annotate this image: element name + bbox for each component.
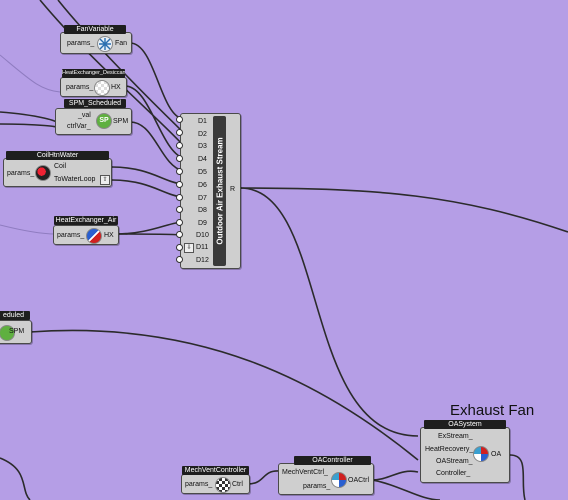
d1-input[interactable]: D1 <box>198 117 207 126</box>
input-dot[interactable] <box>176 155 183 162</box>
input-dot[interactable] <box>176 142 183 149</box>
heat-exchanger-icon <box>86 228 102 244</box>
d7-input[interactable]: D7 <box>198 194 207 203</box>
input-dot[interactable] <box>176 194 183 201</box>
oactrl-output[interactable]: OACtrl <box>348 476 369 485</box>
checker-icon <box>94 80 110 96</box>
node-title: FanVariable <box>64 25 126 34</box>
params-input[interactable]: params_ <box>67 39 94 48</box>
d12-input[interactable]: D12 <box>196 256 209 265</box>
node-title: MechVentController <box>182 466 249 475</box>
params-input[interactable]: params_ <box>66 83 93 92</box>
oa-output[interactable]: OA <box>491 450 501 459</box>
mechventcontroller-node[interactable]: MechVentController params_ Ctrl <box>181 466 250 494</box>
heatexchanger-desiccant-node[interactable]: HeatExchanger_Desiccant params_ HX <box>60 69 127 97</box>
controller-icon <box>215 477 231 493</box>
d9-input[interactable]: D9 <box>198 219 207 228</box>
params-input[interactable]: params_ <box>57 231 84 240</box>
heatexchanger-air-node[interactable]: HeatExchanger_Air params_ HX <box>53 216 119 245</box>
setpoint-icon: SP <box>96 113 112 129</box>
mechventctrl-input[interactable]: MechVentCtrl_ <box>282 468 328 477</box>
input-dot[interactable] <box>176 116 183 123</box>
input-dot[interactable] <box>176 129 183 136</box>
heatrecovery-input[interactable]: HeatRecovery_ <box>425 445 473 454</box>
oacontroller-node[interactable]: OAController MechVentCtrl_ params_ OACtr… <box>278 456 374 495</box>
graft-icon[interactable]: ⇩ <box>184 243 194 253</box>
input-dot[interactable] <box>176 256 183 263</box>
oastream-input[interactable]: OAStream_ <box>436 457 473 466</box>
input-dot[interactable] <box>176 181 183 188</box>
coil-icon <box>35 165 51 181</box>
hx-output[interactable]: HX <box>111 83 121 92</box>
params-input[interactable]: params_ <box>185 480 212 489</box>
component-name-bar: Outdoor Air Exhaust Stream <box>213 116 226 266</box>
oa-controller-icon <box>331 472 347 488</box>
node-title: HeatExchanger_Desiccant <box>62 69 125 78</box>
node-title: SPM_Scheduled <box>64 99 126 108</box>
input-dot[interactable] <box>176 206 183 213</box>
spm-scheduled-node[interactable]: SPM_Scheduled _val ctrlVar_ SP SPM <box>55 99 132 135</box>
params-input[interactable]: params_ <box>7 169 34 178</box>
coilhtnwater-node[interactable]: CoilHtnWater params_ Coil ToWaterLoop ⇧ <box>3 151 112 187</box>
d6-input[interactable]: D6 <box>198 181 207 190</box>
spm-output[interactable]: SPM <box>9 327 24 336</box>
input-dot[interactable] <box>176 219 183 226</box>
component-name: Outdoor Air Exhaust Stream <box>215 137 224 245</box>
params-input[interactable]: params_ <box>303 482 330 491</box>
spm-partial-node[interactable]: eduled SPM <box>0 311 32 344</box>
d5-input[interactable]: D5 <box>198 168 207 177</box>
group-label: Exhaust Fan <box>450 402 535 419</box>
coil-output[interactable]: Coil <box>54 162 66 171</box>
d11-input[interactable]: D11 <box>196 243 208 252</box>
oa-system-icon <box>473 446 489 462</box>
spm-output[interactable]: SPM <box>113 117 128 126</box>
d2-input[interactable]: D2 <box>198 130 207 139</box>
d10-input[interactable]: D10 <box>196 231 209 240</box>
fan-icon <box>97 36 113 52</box>
graft-icon[interactable]: ⇧ <box>100 175 110 185</box>
input-dot[interactable] <box>176 244 183 251</box>
controller-input[interactable]: Controller_ <box>436 469 470 478</box>
d8-input[interactable]: D8 <box>198 206 207 215</box>
input-dot[interactable] <box>176 231 183 238</box>
exstream-input[interactable]: ExStream_ <box>438 432 473 441</box>
ctrlvar-input[interactable]: ctrlVar_ <box>67 122 91 131</box>
d3-input[interactable]: D3 <box>198 142 207 151</box>
r-output[interactable]: R <box>230 185 235 194</box>
ctrl-output[interactable]: Ctrl <box>232 480 243 489</box>
node-title: CoilHtnWater <box>6 151 109 160</box>
node-title: eduled <box>0 311 30 320</box>
input-dot[interactable] <box>176 168 183 175</box>
hx-output[interactable]: HX <box>104 231 114 240</box>
fanvariable-node[interactable]: FanVariable params_ Fan <box>60 25 132 54</box>
fan-output[interactable]: Fan <box>115 39 127 48</box>
node-title: HeatExchanger_Air <box>54 216 118 225</box>
d4-input[interactable]: D4 <box>198 155 207 164</box>
node-title: OAController <box>294 456 371 465</box>
val-input[interactable]: _val <box>78 111 91 120</box>
oasystem-node[interactable]: OASystem ExStream_ HeatRecovery_ OAStrea… <box>420 420 510 483</box>
node-title: OASystem <box>424 420 506 429</box>
outdoor-air-exhaust-stream-node[interactable]: D1 D2 D3 D4 D5 D6 D7 D8 D9 D10 D11 D12 ⇩… <box>180 113 241 269</box>
towaterloop-output[interactable]: ToWaterLoop <box>54 175 95 184</box>
